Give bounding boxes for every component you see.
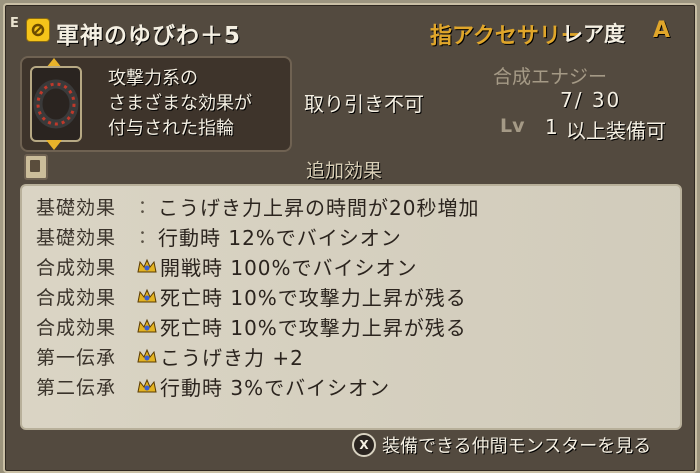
effect-row: 基礎効果 ： 行動時 12%でバイシオン (36, 222, 402, 250)
effect-text: こうげき力 +2 (160, 345, 304, 370)
trade-status: 取り引き不可 (304, 92, 424, 116)
effect-type: 第二伝承 (36, 376, 117, 399)
crown-icon (136, 255, 160, 277)
synthesis-energy-value: 7/ 30 (560, 88, 622, 112)
ring-icon (30, 66, 82, 142)
effect-text: こうげき力上昇の時間が20秒増加 (158, 195, 480, 220)
level-label: Lv (500, 115, 525, 137)
description-line: 付与された指輪 (108, 118, 234, 139)
x-button-icon: X (352, 433, 376, 457)
description-line: 攻撃力系の (108, 68, 198, 89)
effect-text: 行動時 12%でバイシオン (158, 225, 402, 250)
effect-row: 第二伝承 行動時 3%でバイシオン (36, 372, 390, 400)
item-category: 指アクセサリー (430, 24, 583, 49)
level-value: 1 (545, 115, 558, 139)
effect-text: 死亡時 10%で攻撃力上昇が残る (160, 315, 467, 340)
crown-icon (136, 315, 160, 337)
footer-label: 装備できる仲間モンスターを見る (382, 436, 652, 457)
level-requirement-suffix: 以上装備可 (566, 119, 666, 143)
description-line: さまざまな効果が (108, 93, 252, 114)
effect-type: 合成効果 (36, 256, 117, 279)
effect-type: 第一伝承 (36, 346, 117, 369)
item-name: 軍神のゆびわ＋5 (56, 23, 242, 49)
rarity-label: レア度 (562, 22, 625, 46)
effect-row: 合成効果 死亡時 10%で攻撃力上昇が残る (36, 312, 467, 340)
effect-type: 基礎効果 (36, 196, 117, 219)
effects-list: 基礎効果 ： こうげき力上昇の時間が20秒増加 基礎効果 ： 行動時 12%でバ… (20, 184, 682, 430)
accessory-icon (26, 18, 50, 42)
effect-type: 基礎効果 (36, 226, 117, 249)
effect-text: 開戦時 100%でバイシオン (160, 255, 418, 280)
effect-row: 合成効果 死亡時 10%で攻撃力上昇が残る (36, 282, 467, 310)
crown-icon (136, 285, 160, 307)
view-monsters-button[interactable]: X 装備できる仲間モンスターを見る (352, 432, 651, 458)
effect-text: 死亡時 10%で攻撃力上昇が残る (160, 285, 467, 310)
equip-tag: E (10, 16, 19, 31)
synthesis-energy-label: 合成エナジー (493, 66, 608, 88)
section-title: 追加効果 (306, 160, 383, 182)
effect-type: 合成効果 (36, 316, 117, 339)
rarity-value: A (653, 18, 671, 43)
effect-type: 合成効果 (36, 286, 117, 309)
effect-row: 基礎効果 ： こうげき力上昇の時間が20秒増加 (36, 192, 479, 220)
colon-separator: ： (138, 227, 156, 248)
arrow-down-icon[interactable] (46, 140, 62, 150)
colon-separator: ： (138, 197, 156, 218)
effect-row: 第一伝承 こうげき力 +2 (36, 342, 304, 370)
effect-row: 合成効果 開戦時 100%でバイシオン (36, 252, 418, 280)
effect-text: 行動時 3%でバイシオン (160, 375, 391, 400)
crown-icon (136, 345, 160, 367)
crown-icon (136, 375, 160, 397)
book-icon[interactable] (24, 154, 48, 180)
item-description: 攻撃力系の さまざまな効果が 付与された指輪 (108, 66, 288, 141)
